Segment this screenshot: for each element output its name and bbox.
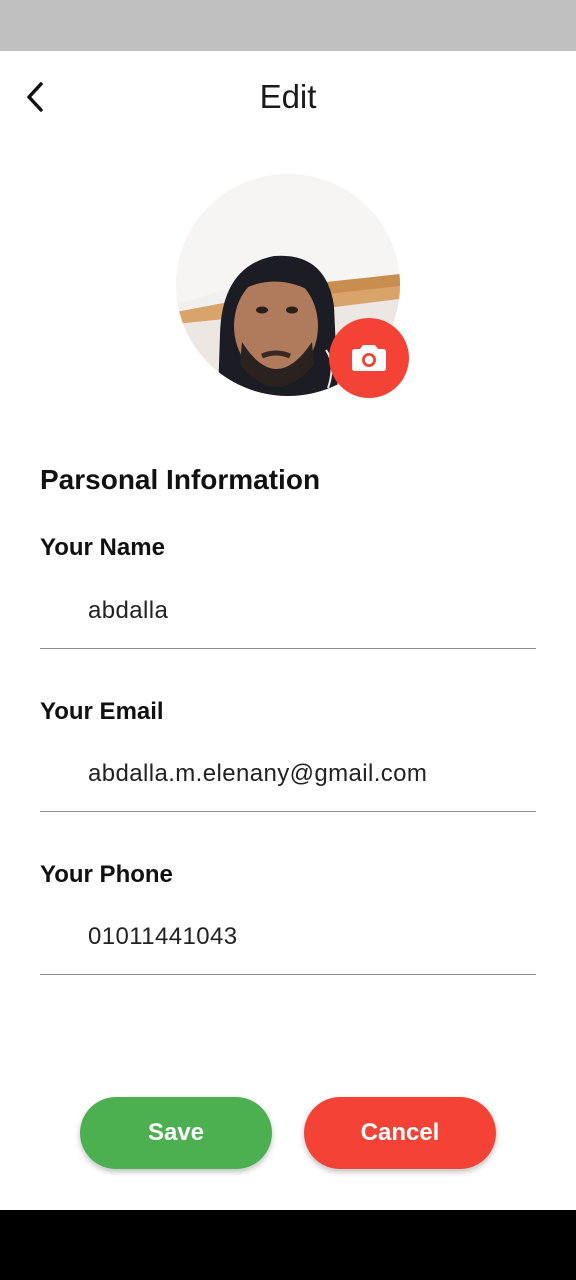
change-photo-button[interactable] [329,318,409,398]
system-navigation-bar [0,1210,576,1280]
save-button[interactable]: Save [80,1097,272,1169]
app-bar: Edit [0,51,576,143]
name-field[interactable] [40,577,536,649]
section-title: Parsonal Information [40,464,321,495]
cancel-button[interactable]: Cancel [304,1097,496,1169]
name-input[interactable] [88,589,528,633]
phone-input[interactable] [88,915,528,959]
status-bar [0,0,576,51]
camera-icon [352,345,386,371]
email-label: Your Email [40,698,164,725]
phone-field[interactable] [40,903,536,975]
profile-photo-section [176,174,409,400]
email-field[interactable] [40,740,536,812]
phone-label: Your Phone [40,861,173,888]
page-title: Edit [259,78,317,115]
edit-profile-screen: Edit Parsonal Information Your Name abda… [0,0,576,1280]
email-input[interactable] [88,752,528,796]
name-label: Your Name [40,534,165,561]
